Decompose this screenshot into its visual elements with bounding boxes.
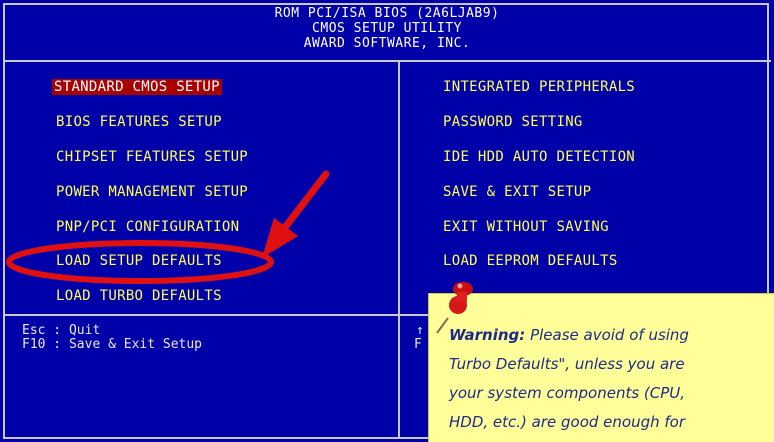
pushpin-icon <box>436 282 473 334</box>
